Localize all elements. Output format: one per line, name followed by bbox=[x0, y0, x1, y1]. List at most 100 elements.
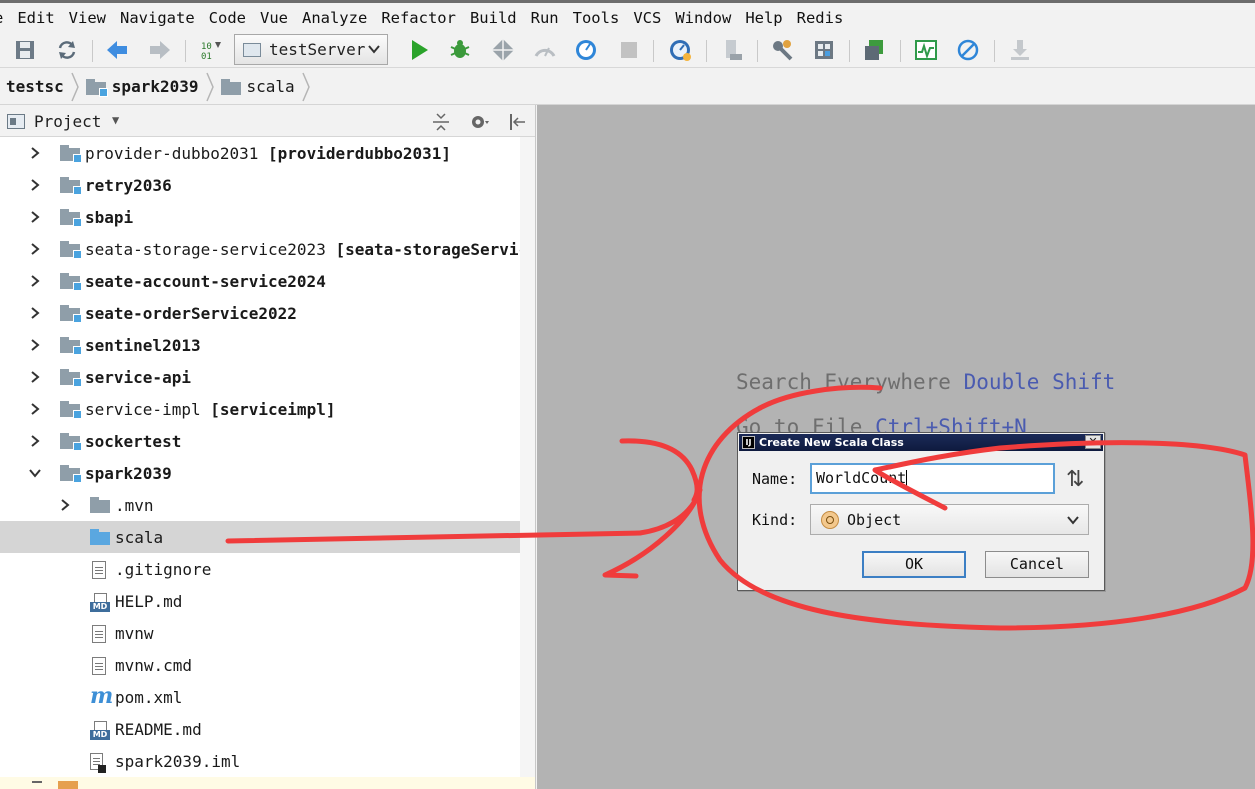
chevron-right-icon[interactable] bbox=[28, 146, 42, 160]
menu-build[interactable]: Build bbox=[463, 9, 524, 27]
forward-arrow-icon[interactable] bbox=[148, 38, 172, 62]
kind-select[interactable]: Object bbox=[810, 504, 1089, 535]
menu-edit[interactable]: Edit bbox=[10, 9, 61, 27]
tree-item-sbapi[interactable]: sbapi bbox=[0, 201, 535, 233]
chevron-right-icon[interactable] bbox=[28, 274, 42, 288]
menu-e[interactable]: e bbox=[0, 9, 10, 27]
tree-item-name: spark2039 bbox=[85, 464, 172, 483]
stop-icon[interactable] bbox=[617, 38, 641, 62]
menu-redis[interactable]: Redis bbox=[790, 9, 851, 27]
project-structure-icon[interactable] bbox=[721, 38, 745, 62]
breadcrumb-separator-icon bbox=[71, 72, 79, 101]
create-scala-class-dialog: IJ Create New Scala Class ✕ Name: WorldC… bbox=[737, 432, 1105, 591]
settings-wrench-icon[interactable] bbox=[770, 38, 794, 62]
tree-item-provider-dubbo2031[interactable]: provider-dubbo2031 [providerdubbo2031] bbox=[0, 137, 535, 169]
monitor-icon[interactable] bbox=[914, 38, 938, 62]
module-folder-icon bbox=[60, 145, 86, 163]
run-icon[interactable] bbox=[407, 38, 431, 62]
chevron-right-icon[interactable] bbox=[28, 210, 42, 224]
menu-navigate[interactable]: Navigate bbox=[113, 9, 202, 27]
tree-item-name: .mvn bbox=[115, 496, 154, 515]
module-file-icon bbox=[90, 753, 106, 773]
run-configuration-select[interactable]: testServer bbox=[234, 34, 388, 65]
tree-item-seata-storage-service2023[interactable]: seata-storage-service2023 [seata-storage… bbox=[0, 233, 535, 265]
gear-icon[interactable] bbox=[468, 111, 490, 133]
module-folder-icon bbox=[60, 337, 86, 355]
vcs-icon[interactable] bbox=[863, 38, 887, 62]
breadcrumb-item-scala[interactable]: scala bbox=[215, 69, 301, 105]
tree-item-retry2036[interactable]: retry2036 bbox=[0, 169, 535, 201]
tree-item-scala[interactable]: scala bbox=[0, 521, 535, 553]
tree-item-service-api[interactable]: service-api bbox=[0, 361, 535, 393]
dialog-titlebar[interactable]: IJ Create New Scala Class ✕ bbox=[739, 434, 1103, 451]
back-arrow-icon[interactable] bbox=[105, 38, 129, 62]
menu-tools[interactable]: Tools bbox=[566, 9, 627, 27]
menu-refactor[interactable]: Refactor bbox=[374, 9, 463, 27]
save-all-icon[interactable] bbox=[13, 38, 37, 62]
chevron-right-icon[interactable] bbox=[28, 178, 42, 192]
chevron-right-icon[interactable] bbox=[28, 370, 42, 384]
tree-item-sentinel2013[interactable]: sentinel2013 bbox=[0, 329, 535, 361]
tree-item-mvnw[interactable]: mvnw bbox=[0, 617, 535, 649]
build-icon[interactable]: 1001 bbox=[199, 38, 223, 62]
tree-item-spark2039[interactable]: spark2039 bbox=[0, 457, 535, 489]
view-mode-dropdown-icon[interactable]: ▼ bbox=[112, 113, 119, 127]
chevron-down-icon[interactable] bbox=[28, 466, 42, 480]
class-name-input[interactable]: WorldCount bbox=[810, 463, 1055, 494]
menu-vcs[interactable]: VCS bbox=[626, 9, 668, 27]
close-icon[interactable]: ✕ bbox=[1085, 435, 1101, 449]
tree-item-sockertest[interactable]: sockertest bbox=[0, 425, 535, 457]
menu-analyze[interactable]: Analyze bbox=[295, 9, 374, 27]
tree-item-label: HELP.md bbox=[115, 592, 182, 611]
tree-item-service-impl[interactable]: service-impl [serviceimpl] bbox=[0, 393, 535, 425]
synchronize-icon[interactable] bbox=[55, 38, 79, 62]
ok-button[interactable]: OK bbox=[862, 551, 966, 578]
event-log-icon[interactable] bbox=[668, 38, 692, 62]
breadcrumb-item-spark2039[interactable]: spark2039 bbox=[80, 69, 205, 105]
tree-item-label: service-impl [serviceimpl] bbox=[85, 400, 335, 419]
markdown-file-icon: MD bbox=[90, 593, 110, 612]
debug-icon[interactable] bbox=[448, 38, 472, 62]
chevron-right-icon[interactable] bbox=[28, 306, 42, 320]
tree-item-seate-orderservice2022[interactable]: seate-orderService2022 bbox=[0, 297, 535, 329]
chevron-right-icon[interactable] bbox=[28, 402, 42, 416]
vertical-scrollbar[interactable] bbox=[520, 137, 535, 777]
cancel-button[interactable]: Cancel bbox=[985, 551, 1089, 578]
folder-icon bbox=[220, 78, 241, 95]
menu-view[interactable]: View bbox=[62, 9, 113, 27]
profiler-icon[interactable] bbox=[533, 38, 557, 62]
tree-item-mvn[interactable]: .mvn bbox=[0, 489, 535, 521]
kind-selected-value: Object bbox=[847, 510, 902, 529]
menu-run[interactable]: Run bbox=[524, 9, 566, 27]
tree-item-pom-xml[interactable]: m pom.xml bbox=[0, 681, 535, 713]
breadcrumb-item-testsc[interactable]: testsc bbox=[0, 69, 70, 105]
module-folder-icon bbox=[85, 78, 108, 97]
collapse-all-icon[interactable] bbox=[430, 111, 452, 133]
tree-item-help-md[interactable]: MD HELP.md bbox=[0, 585, 535, 617]
chevron-right-icon[interactable] bbox=[58, 498, 72, 512]
tree-item-seate-account-service2024[interactable]: seate-account-service2024 bbox=[0, 265, 535, 297]
menu-vue[interactable]: Vue bbox=[253, 9, 295, 27]
chevron-right-icon[interactable] bbox=[28, 434, 42, 448]
sdk-icon[interactable] bbox=[812, 38, 836, 62]
text-file-icon bbox=[92, 657, 106, 675]
menu-help[interactable]: Help bbox=[738, 9, 789, 27]
tree-item-spark2039-iml[interactable]: spark2039.iml bbox=[0, 745, 535, 777]
tree-item-name: retry2036 bbox=[85, 176, 172, 195]
sort-arrows-icon[interactable]: ⇅ bbox=[1066, 467, 1084, 492]
download-icon[interactable] bbox=[1008, 38, 1032, 62]
coverage-icon[interactable] bbox=[491, 38, 515, 62]
menu-window[interactable]: Window bbox=[668, 9, 738, 27]
tree-item-name: sentinel2013 bbox=[85, 336, 201, 355]
hide-panel-icon[interactable] bbox=[506, 111, 528, 133]
tree-item-readme-md[interactable]: MD README.md bbox=[0, 713, 535, 745]
disable-icon[interactable] bbox=[956, 38, 980, 62]
tree-item-mvnw-cmd[interactable]: mvnw.cmd bbox=[0, 649, 535, 681]
attach-debugger-icon[interactable] bbox=[574, 38, 598, 62]
chevron-right-icon[interactable] bbox=[28, 338, 42, 352]
project-panel-title[interactable]: Project bbox=[34, 112, 101, 131]
menu-code[interactable]: Code bbox=[202, 9, 253, 27]
chevron-right-icon[interactable] bbox=[28, 242, 42, 256]
hint-shortcut: Double Shift bbox=[963, 370, 1116, 394]
tree-item-gitignore[interactable]: .gitignore bbox=[0, 553, 535, 585]
